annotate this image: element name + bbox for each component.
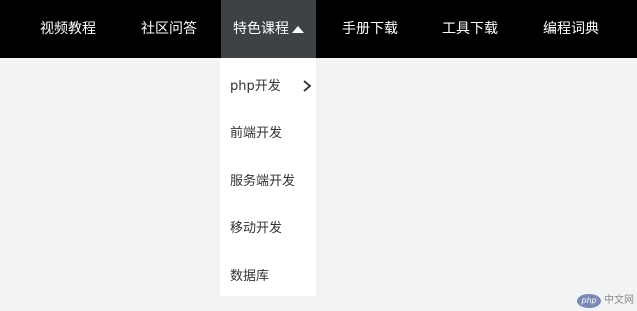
- nav-item-manual-download[interactable]: 手册下载: [342, 0, 398, 58]
- watermark-logo: php: [577, 294, 601, 308]
- nav-item-programming-dictionary[interactable]: 编程词典: [543, 0, 599, 58]
- nav-item-label: 编程词典: [543, 21, 599, 37]
- dropdown-item-php[interactable]: php开发: [220, 63, 316, 110]
- top-navbar: 视频教程 社区问答 特色课程 手册下载 工具下载 编程词典: [0, 0, 637, 58]
- nav-item-label: 手册下载: [342, 21, 398, 37]
- nav-item-label: 视频教程: [40, 21, 96, 37]
- dropdown-item-label: 移动开发: [230, 221, 283, 236]
- nav-item-label: 特色课程: [233, 21, 289, 37]
- chevron-right-icon: [303, 80, 312, 92]
- dropdown-item-mobile[interactable]: 移动开发: [220, 205, 316, 252]
- dropdown-item-label: 服务端开发: [230, 174, 296, 189]
- caret-up-icon: [292, 26, 304, 33]
- nav-item-tool-download[interactable]: 工具下载: [442, 0, 498, 58]
- watermark-text: 中文网: [604, 295, 634, 306]
- dropdown-item-database[interactable]: 数据库: [220, 253, 316, 300]
- dropdown-item-label: 前端开发: [230, 126, 283, 141]
- dropdown-item-label: 数据库: [230, 269, 270, 284]
- nav-item-label: 工具下载: [442, 21, 498, 37]
- dropdown-item-label: php开发: [230, 79, 281, 94]
- dropdown-item-server[interactable]: 服务端开发: [220, 158, 316, 205]
- nav-item-community-qa[interactable]: 社区问答: [141, 0, 197, 58]
- dropdown-item-frontend[interactable]: 前端开发: [220, 110, 316, 157]
- nav-item-label: 社区问答: [141, 21, 197, 37]
- nav-item-featured-courses[interactable]: 特色课程: [221, 0, 316, 58]
- nav-item-video-tutorials[interactable]: 视频教程: [40, 0, 96, 58]
- dropdown-menu: php开发 前端开发 服务端开发 移动开发 数据库: [220, 58, 316, 296]
